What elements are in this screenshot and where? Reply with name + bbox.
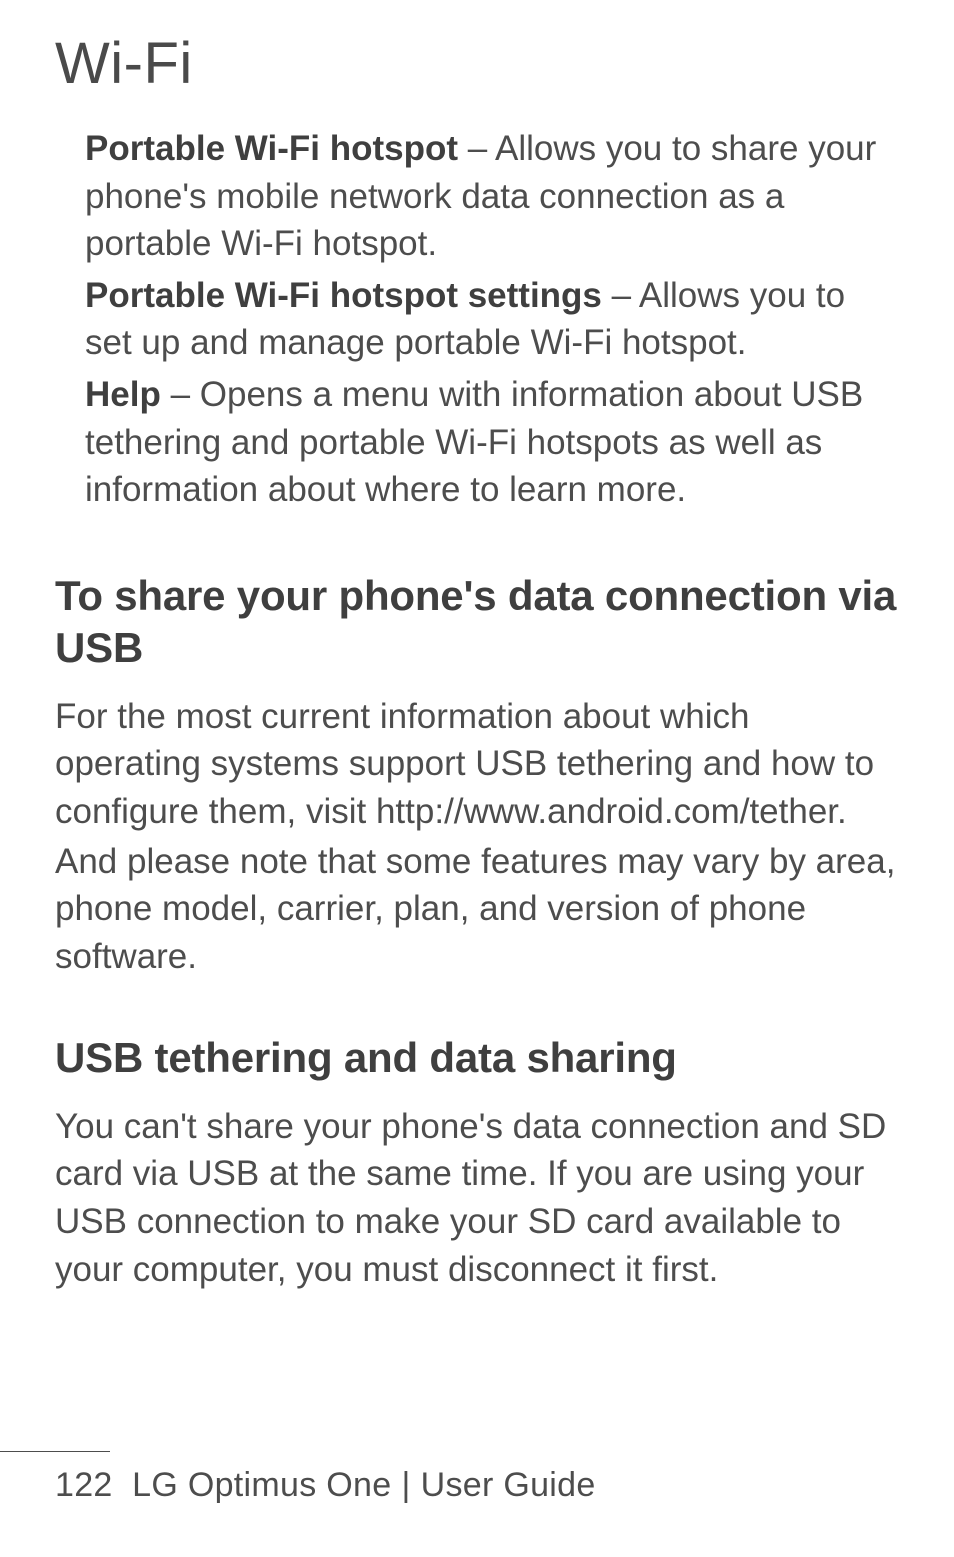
footer-product: LG Optimus One: [132, 1466, 391, 1504]
definition-term: Help: [85, 375, 161, 414]
definition-desc: – Opens a menu with information about US…: [85, 375, 863, 509]
page-number: 122: [55, 1466, 113, 1504]
definition-item: Portable Wi-Fi hotspot – Allows you to s…: [85, 125, 899, 268]
definition-item: Help – Opens a menu with information abo…: [85, 371, 899, 514]
section-heading: USB tethering and data sharing: [55, 1032, 899, 1085]
chapter-title: Wi-Fi: [55, 30, 899, 97]
definition-term: Portable Wi-Fi hotspot settings: [85, 276, 602, 315]
definition-item: Portable Wi-Fi hotspot settings – Allows…: [85, 272, 899, 367]
body-paragraph: You can't share your phone's data connec…: [55, 1103, 899, 1293]
section-heading: To share your phone's data connection vi…: [55, 570, 899, 675]
body-paragraph: For the most current information about w…: [55, 693, 899, 836]
footer-divider: |: [401, 1466, 410, 1505]
body-paragraph: And please note that some features may v…: [55, 838, 899, 981]
definition-term: Portable Wi-Fi hotspot: [85, 129, 458, 168]
page: Wi-Fi Portable Wi-Fi hotspot – Allows yo…: [0, 0, 954, 1557]
section-usb-share: To share your phone's data connection vi…: [55, 570, 899, 981]
footer-rule: [0, 1451, 110, 1452]
section-usb-tethering: USB tethering and data sharing You can't…: [55, 1032, 899, 1293]
definition-list: Portable Wi-Fi hotspot – Allows you to s…: [55, 125, 899, 514]
footer-text: 122 LG Optimus One | User Guide: [55, 1466, 954, 1505]
footer-doctype: User Guide: [421, 1466, 596, 1504]
page-footer: 122 LG Optimus One | User Guide: [0, 1451, 954, 1505]
